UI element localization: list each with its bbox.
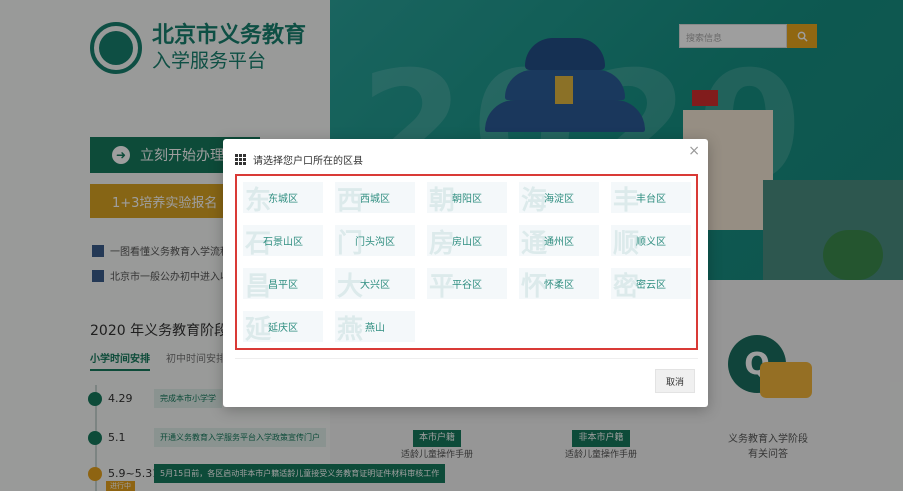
district-label: 燕山 xyxy=(365,323,385,334)
district-option[interactable]: 房房山区 xyxy=(427,225,507,256)
grid-icon xyxy=(235,154,246,165)
divider xyxy=(235,358,698,359)
district-option[interactable]: 昌昌平区 xyxy=(243,268,323,299)
district-label: 延庆区 xyxy=(268,323,298,334)
district-label: 朝阳区 xyxy=(452,194,482,205)
district-label: 东城区 xyxy=(268,194,298,205)
district-label: 海淀区 xyxy=(544,194,574,205)
district-label: 怀柔区 xyxy=(544,280,574,291)
district-label: 丰台区 xyxy=(636,194,666,205)
cancel-button[interactable]: 取消 xyxy=(655,369,695,393)
district-option[interactable]: 大大兴区 xyxy=(335,268,415,299)
district-option[interactable]: 西西城区 xyxy=(335,182,415,213)
district-option[interactable]: 平平谷区 xyxy=(427,268,507,299)
district-option[interactable]: 东东城区 xyxy=(243,182,323,213)
district-label: 房山区 xyxy=(452,237,482,248)
district-label: 石景山区 xyxy=(263,237,303,248)
district-label: 密云区 xyxy=(636,280,666,291)
district-option[interactable]: 朝朝阳区 xyxy=(427,182,507,213)
close-icon[interactable]: × xyxy=(688,143,700,159)
district-option[interactable]: 密密云区 xyxy=(611,268,691,299)
district-option[interactable]: 燕燕山 xyxy=(335,311,415,342)
district-label: 平谷区 xyxy=(452,280,482,291)
district-option[interactable]: 门门头沟区 xyxy=(335,225,415,256)
district-option[interactable]: 怀怀柔区 xyxy=(519,268,599,299)
district-option[interactable]: 顺顺义区 xyxy=(611,225,691,256)
district-label: 西城区 xyxy=(360,194,390,205)
dialog-header: 请选择您户口所在的区县 xyxy=(235,152,363,167)
district-label: 通州区 xyxy=(544,237,574,248)
district-label: 昌平区 xyxy=(268,280,298,291)
district-label: 门头沟区 xyxy=(355,237,395,248)
district-watermark: 燕 xyxy=(337,315,364,342)
district-option[interactable]: 延延庆区 xyxy=(243,311,323,342)
district-select-dialog: 请选择您户口所在的区县 × 东东城区西西城区朝朝阳区海海淀区丰丰台区石石景山区门… xyxy=(223,139,708,407)
district-option[interactable]: 通通州区 xyxy=(519,225,599,256)
district-label: 大兴区 xyxy=(360,280,390,291)
district-label: 顺义区 xyxy=(636,237,666,248)
dialog-title: 请选择您户口所在的区县 xyxy=(253,156,363,167)
district-option[interactable]: 丰丰台区 xyxy=(611,182,691,213)
district-option[interactable]: 海海淀区 xyxy=(519,182,599,213)
district-option[interactable]: 石石景山区 xyxy=(243,225,323,256)
district-list: 东东城区西西城区朝朝阳区海海淀区丰丰台区石石景山区门门头沟区房房山区通通州区顺顺… xyxy=(235,174,698,350)
